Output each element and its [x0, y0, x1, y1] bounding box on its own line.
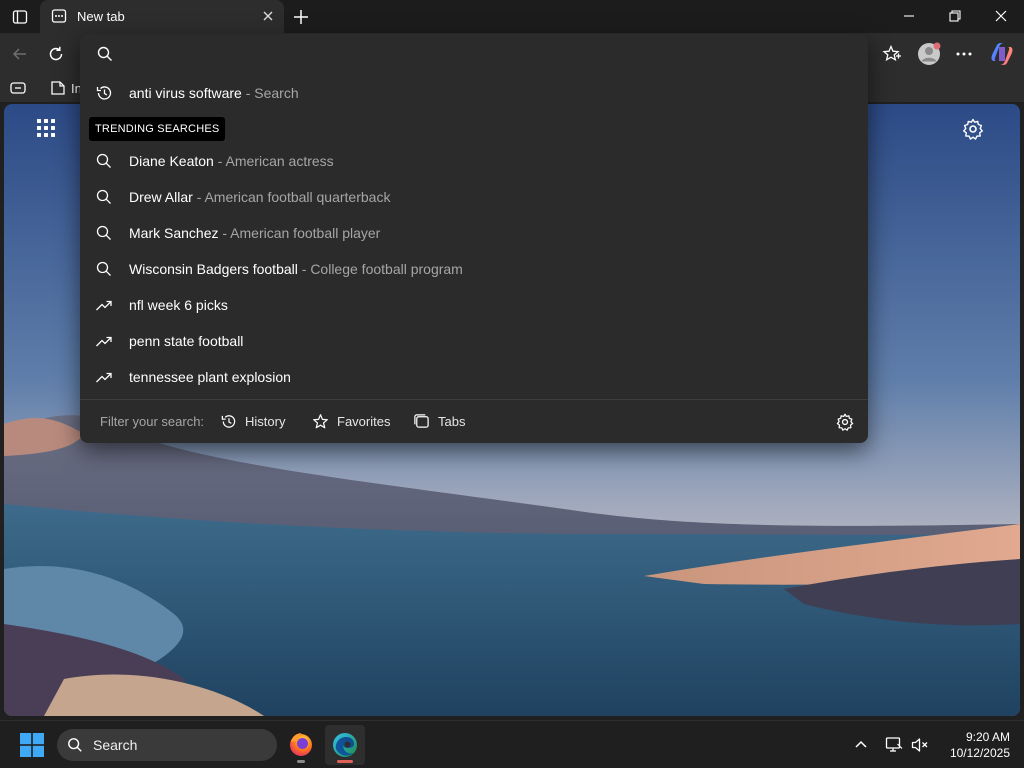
- suggestion-item[interactable]: Diane Keaton - American actress: [80, 143, 868, 179]
- filter-search-bar: Filter your search: History Favorites Ta…: [80, 400, 868, 443]
- suggestion-item[interactable]: nfl week 6 picks: [80, 287, 868, 323]
- profile-avatar-icon[interactable]: [916, 41, 942, 67]
- more-options-icon[interactable]: [952, 42, 976, 66]
- tabs-icon: [414, 413, 429, 428]
- suggestion-sub-text: - College football program: [301, 261, 463, 277]
- windows-start-icon[interactable]: [20, 733, 44, 757]
- edge-icon: [333, 733, 357, 757]
- suggestion-main-text: Wisconsin Badgers football: [129, 261, 298, 277]
- firefox-running-indicator: [297, 760, 305, 763]
- history-icon: [221, 414, 236, 428]
- page-settings-gear-icon[interactable]: [962, 118, 984, 140]
- suggestion-main-text: Diane Keaton: [129, 153, 214, 169]
- suggestion-main-text: anti virus software: [129, 85, 242, 101]
- show-hidden-icons-chevron-up-icon[interactable]: [851, 735, 871, 755]
- suggestion-sub-text: - American football quarterback: [196, 189, 391, 205]
- new-tab-favicon-icon: [51, 8, 67, 24]
- filter-tabs-label: Tabs: [438, 413, 466, 429]
- search-suggestions-dropdown: anti virus software - Search TRENDING SE…: [80, 34, 868, 443]
- filter-favorites-button[interactable]: Favorites: [312, 408, 390, 434]
- search-icon: [95, 224, 113, 242]
- back-arrow-icon[interactable]: [8, 42, 32, 66]
- filter-history-button[interactable]: History: [220, 408, 285, 434]
- copilot-icon[interactable]: [988, 41, 1016, 67]
- apps-grid-icon[interactable]: [36, 118, 56, 138]
- search-icon: [67, 737, 83, 753]
- screen: New tab In anti virus software - Search …: [0, 0, 1024, 768]
- suggestion-item[interactable]: Mark Sanchez - American football player: [80, 215, 868, 251]
- volume-muted-icon[interactable]: [910, 735, 930, 755]
- suggestion-main-text: tennessee plant explosion: [129, 369, 291, 385]
- edge-active-indicator: [337, 760, 353, 763]
- import-favorites-icon[interactable]: [49, 79, 67, 97]
- suggestion-main-text: Mark Sanchez: [129, 225, 219, 241]
- search-icon: [95, 152, 113, 170]
- tab-title: New tab: [77, 9, 125, 24]
- address-search-input[interactable]: [126, 40, 846, 68]
- windows-taskbar: Search 9:20 AM 10/12/2025: [0, 720, 1024, 768]
- network-icon[interactable]: [884, 735, 904, 755]
- firefox-taskbar-button[interactable]: [281, 725, 321, 765]
- filter-history-label: History: [245, 413, 286, 429]
- history-icon: [95, 84, 113, 102]
- suggestion-sub-text: - American actress: [217, 153, 334, 169]
- search-icon: [95, 260, 113, 278]
- suggestion-sub-text: - American football player: [222, 225, 381, 241]
- suggestion-item[interactable]: penn state football: [80, 323, 868, 359]
- suggestion-sub-text: - Search: [245, 85, 299, 101]
- browser-titlebar: New tab: [0, 0, 1024, 33]
- star-icon: [313, 413, 328, 428]
- tab-actions-icon[interactable]: [8, 6, 32, 28]
- tab-new-tab[interactable]: New tab: [40, 0, 284, 33]
- taskbar-search-label: Search: [93, 737, 138, 753]
- suggestion-item[interactable]: tennessee plant explosion: [80, 359, 868, 395]
- suggestion-main-text: Drew Allar: [129, 189, 193, 205]
- collections-icon[interactable]: [9, 80, 27, 96]
- refresh-icon[interactable]: [44, 42, 68, 66]
- search-icon: [96, 45, 114, 63]
- taskbar-search-box[interactable]: Search: [57, 729, 277, 761]
- clock-time: 9:20 AM: [965, 730, 1010, 744]
- suggestion-main-text: nfl week 6 picks: [129, 297, 228, 313]
- firefox-icon: [290, 733, 312, 756]
- favorites-star-icon[interactable]: [880, 42, 904, 66]
- clock-date: 10/12/2025: [949, 746, 1010, 760]
- suggestion-history-item[interactable]: anti virus software - Search: [80, 75, 868, 111]
- close-window-icon[interactable]: [978, 4, 1024, 28]
- close-tab-icon[interactable]: [260, 8, 276, 24]
- filter-tabs-button[interactable]: Tabs: [413, 408, 465, 434]
- suggestion-item[interactable]: Wisconsin Badgers football - College foo…: [80, 251, 868, 287]
- filter-label: Filter your search:: [100, 414, 205, 429]
- edge-taskbar-button[interactable]: [325, 725, 365, 765]
- suggestion-settings-gear-icon[interactable]: [836, 413, 854, 431]
- restore-icon[interactable]: [932, 4, 978, 28]
- trending-icon: [95, 368, 113, 386]
- filter-favorites-label: Favorites: [337, 413, 391, 429]
- system-clock[interactable]: 9:20 AM 10/12/2025: [940, 729, 1010, 761]
- suggestion-item[interactable]: Drew Allar - American football quarterba…: [80, 179, 868, 215]
- trending-icon: [95, 332, 113, 350]
- trending-searches-label: TRENDING SEARCHES: [89, 117, 226, 141]
- search-icon: [95, 188, 113, 206]
- trending-icon: [95, 296, 113, 314]
- minimize-icon[interactable]: [886, 4, 932, 28]
- suggestion-main-text: penn state football: [129, 333, 244, 349]
- new-tab-plus-icon[interactable]: [290, 6, 312, 28]
